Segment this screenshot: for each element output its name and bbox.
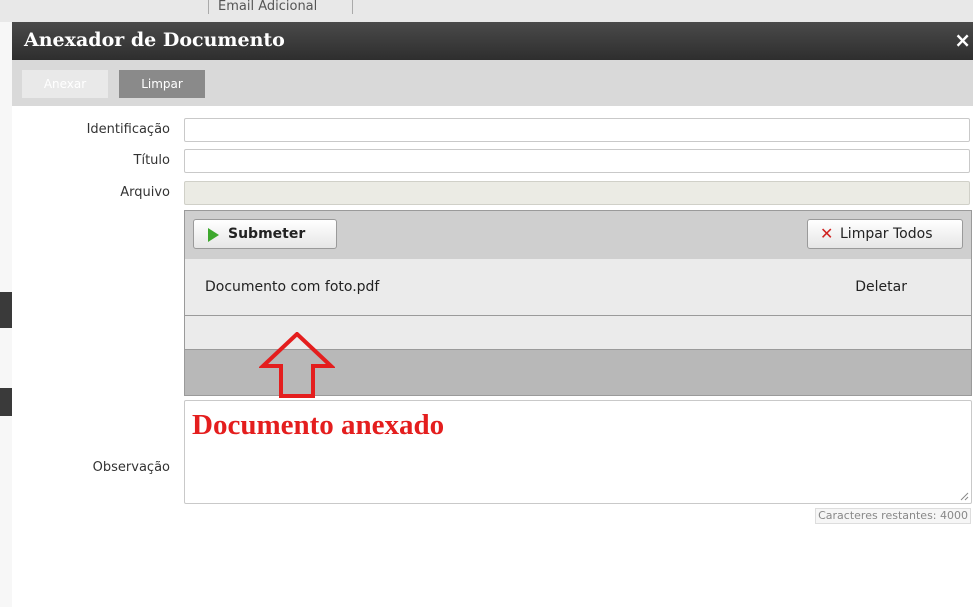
resize-grip-icon[interactable] xyxy=(959,491,969,501)
play-arrow-icon xyxy=(208,228,219,242)
background-dark-block xyxy=(0,388,12,416)
annotation-text: Documento anexado xyxy=(192,409,445,441)
background-divider xyxy=(352,0,353,14)
submeter-button[interactable]: Submeter xyxy=(193,219,337,249)
identificacao-label: Identificação xyxy=(86,122,170,137)
close-x-icon: ✕ xyxy=(820,224,834,243)
dialog-title: Anexador de Documento xyxy=(24,29,285,51)
background-top-text: Email Adicional xyxy=(218,0,318,14)
dialog-titlebar: Anexador de Documento × xyxy=(12,22,973,60)
dialog-toolbar: Anexar Limpar xyxy=(12,60,973,106)
close-button[interactable]: × xyxy=(954,29,971,51)
limpar-todos-label: Limpar Todos xyxy=(840,226,933,242)
characters-remaining-counter: Caracteres restantes: 4000 xyxy=(815,508,971,524)
deletar-link[interactable]: Deletar xyxy=(855,279,907,295)
observacao-label: Observação xyxy=(92,460,170,475)
titulo-input[interactable] xyxy=(184,149,970,173)
anexar-button[interactable]: Anexar xyxy=(22,70,108,98)
background-divider xyxy=(208,0,209,14)
background-top-bar xyxy=(0,0,973,23)
limpar-button[interactable]: Limpar xyxy=(119,70,205,98)
arquivo-input xyxy=(184,181,970,205)
file-name: Documento com foto.pdf xyxy=(205,279,380,295)
titulo-label: Título xyxy=(133,153,170,168)
annotation-up-arrow-icon xyxy=(259,332,335,398)
uploader-header: Submeter ✕ Limpar Todos xyxy=(185,211,971,259)
arquivo-label: Arquivo xyxy=(120,185,170,200)
file-list-row: Documento com foto.pdf Deletar xyxy=(185,259,971,316)
identificacao-input[interactable] xyxy=(184,118,970,142)
document-attacher-dialog: Anexador de Documento × Anexar Limpar Id… xyxy=(12,22,973,607)
submeter-label: Submeter xyxy=(228,226,306,242)
background-dark-block xyxy=(0,292,12,328)
limpar-todos-button[interactable]: ✕ Limpar Todos xyxy=(807,219,963,249)
